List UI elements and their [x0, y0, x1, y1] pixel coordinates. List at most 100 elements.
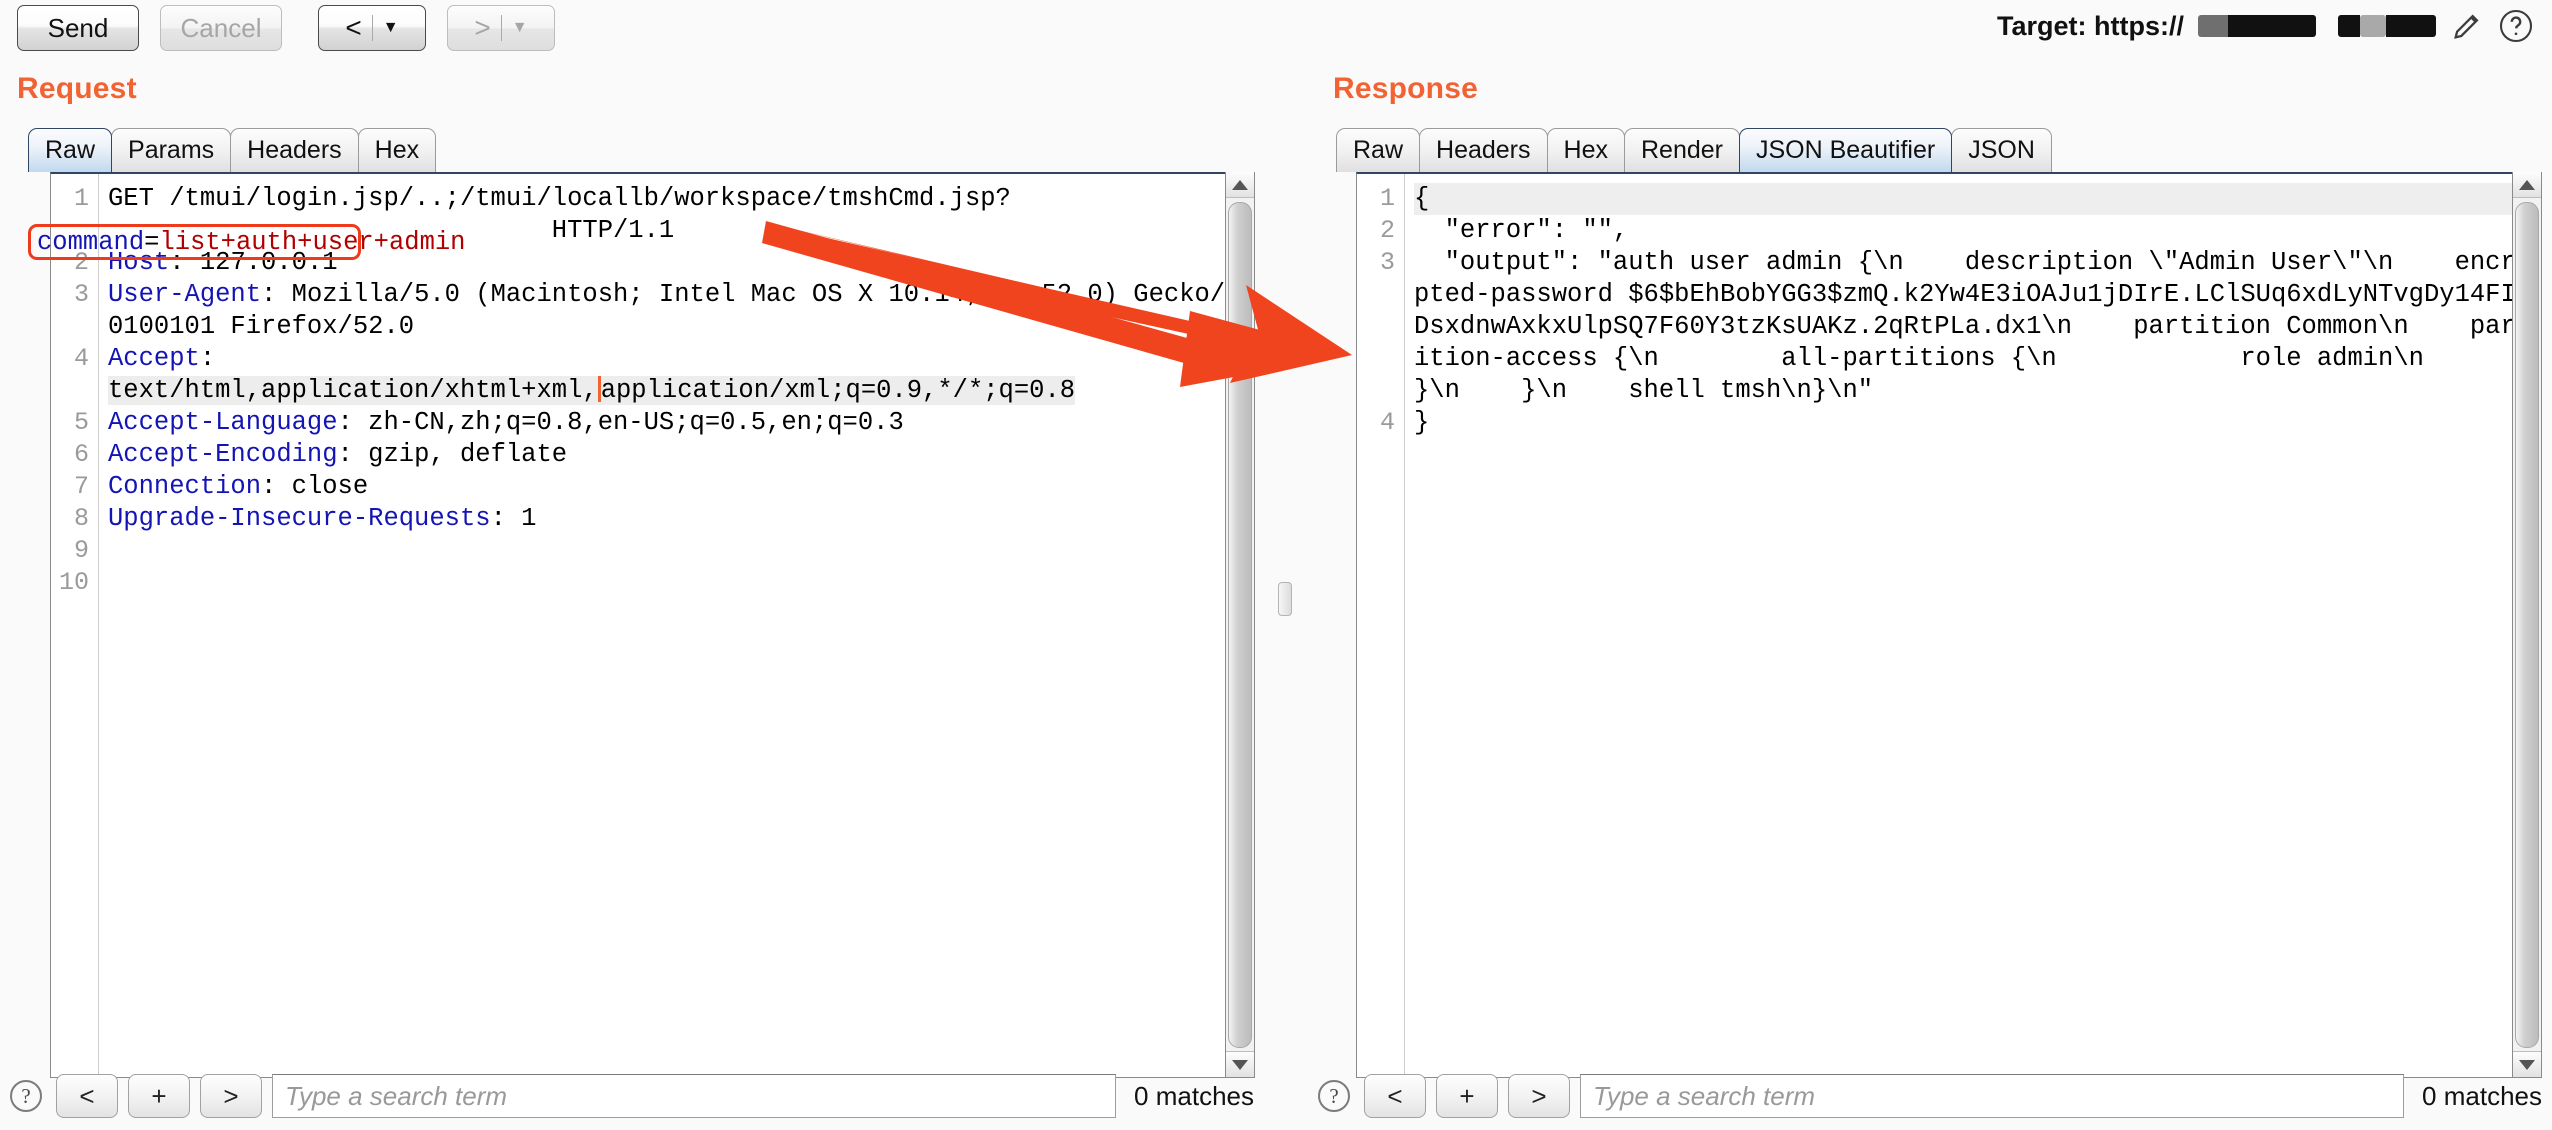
search-next-button[interactable]: > [1508, 1074, 1570, 1118]
search-add-button[interactable]: + [1436, 1074, 1498, 1118]
tab-label: Headers [247, 136, 342, 164]
next-request-button[interactable]: > ▼ [447, 5, 555, 51]
request-raw-text[interactable]: GET /tmui/login.jsp/..;/tmui/locallb/wor… [99, 174, 1254, 1077]
scrollbar-thumb[interactable] [2515, 202, 2539, 1048]
triangle-up-icon [1232, 179, 1248, 190]
param-key: command [37, 228, 145, 257]
tab-response-headers[interactable]: Headers [1419, 128, 1548, 172]
search-previous-button[interactable]: < [56, 1074, 118, 1118]
param-equals: = [144, 228, 160, 257]
header-value: text/html,application/xhtml+xml, applicat… [108, 376, 1076, 405]
response-line-number-gutter: 1 2 3 4 [1357, 174, 1405, 1077]
param-value: list+auth+user+admin [159, 228, 466, 257]
response-panel-title: Response [1333, 72, 1478, 105]
header-name: Connection [108, 472, 262, 501]
scroll-up-button[interactable] [1226, 172, 1254, 198]
header-colon: : [199, 344, 216, 373]
tab-request-params[interactable]: Params [111, 128, 232, 172]
chevron-down-icon[interactable]: ▼ [502, 19, 538, 37]
chevron-right-icon: > [474, 12, 491, 43]
tab-label: JSON [1968, 136, 2035, 164]
search-add-label: + [151, 1080, 167, 1111]
line-number: 1 [73, 184, 89, 213]
tab-response-raw[interactable]: Raw [1336, 128, 1421, 172]
highlighted-command-param: command=list+auth+user+admin [37, 228, 466, 258]
search-add-button[interactable]: + [128, 1074, 190, 1118]
tab-response-json[interactable]: JSON [1951, 128, 2052, 172]
help-icon[interactable] [2498, 8, 2534, 44]
request-editor-pane[interactable]: 1 2 3 4 5 6 7 8 9 10 GET /tmui/login.jsp… [50, 172, 1255, 1078]
response-editor-pane[interactable]: 1 2 3 4 { "error": "", "output": "auth u… [1356, 172, 2542, 1078]
header-colon: : [261, 472, 277, 501]
header-colon: : [337, 408, 353, 437]
tab-label: Raw [45, 136, 96, 164]
search-previous-label: < [1387, 1080, 1403, 1111]
header-value: close [276, 472, 369, 501]
response-json-text[interactable]: { "error": "", "output": "auth user admi… [1405, 174, 2541, 1077]
search-previous-button[interactable]: < [1364, 1074, 1426, 1118]
header-value: 1 [505, 504, 537, 533]
tab-response-render[interactable]: Render [1623, 128, 1740, 172]
response-search-bar: ? < + > Type a search term 0 matches [1318, 1070, 2548, 1122]
search-next-label: > [1531, 1080, 1547, 1111]
send-button-label: Send [47, 12, 109, 43]
tab-request-headers[interactable]: Headers [230, 128, 359, 172]
tab-label: JSON Beautifier [1755, 136, 1936, 164]
previous-request-button[interactable]: < ▼ [318, 5, 426, 51]
request-tab-strip: Raw Params Headers Hex [28, 128, 437, 172]
search-input[interactable]: Type a search term [1580, 1074, 2405, 1118]
target-host-redacted [2198, 15, 2436, 37]
help-icon[interactable]: ? [10, 1080, 42, 1112]
tab-label: Hex [1563, 136, 1608, 164]
search-next-button[interactable]: > [200, 1074, 262, 1118]
line-number: 10 [58, 568, 89, 597]
tab-label: Hex [374, 136, 420, 164]
line-number: 3 [1379, 248, 1395, 277]
search-input[interactable]: Type a search term [272, 1074, 1117, 1118]
search-match-count: 0 matches [1134, 1080, 1254, 1111]
line-number: 9 [73, 536, 89, 565]
target-area: Target: https:// [1997, 8, 2534, 44]
tab-request-raw[interactable]: Raw [28, 128, 113, 172]
request-line: GET /tmui/login.jsp/..;/tmui/locallb/wor… [108, 184, 1011, 213]
response-line: "output": "auth user admin {\n descripti… [1414, 248, 2541, 405]
request-line-suffix: HTTP/1.1 [536, 216, 675, 245]
response-vertical-scrollbar[interactable] [2512, 172, 2542, 1078]
help-icon[interactable]: ? [1318, 1080, 1350, 1112]
request-panel-title: Request [17, 72, 137, 105]
target-label: Target: https:// [1997, 10, 2184, 41]
cancel-button-label: Cancel [180, 12, 262, 43]
pencil-icon[interactable] [2450, 9, 2484, 43]
scroll-up-button[interactable] [2513, 172, 2541, 198]
top-toolbar: Send Cancel < ▼ > ▼ Target: https:// [0, 0, 2552, 62]
search-placeholder: Type a search term [1593, 1080, 1816, 1111]
response-line: } [1414, 408, 1430, 437]
next-request-split: > ▼ [464, 12, 537, 44]
tab-response-json-beautifier[interactable]: JSON Beautifier [1738, 128, 1953, 172]
search-add-label: + [1459, 1080, 1475, 1111]
response-line: "error": "", [1414, 216, 1629, 245]
chevron-down-icon[interactable]: ▼ [373, 19, 409, 37]
cancel-button[interactable]: Cancel [160, 5, 282, 51]
redaction-bar-2 [2338, 15, 2436, 37]
response-line: { [1414, 183, 2541, 215]
redaction-bar-1 [2198, 15, 2316, 37]
header-name: Upgrade-Insecure-Requests [108, 504, 491, 533]
line-number: 5 [73, 408, 89, 437]
line-number: 6 [73, 440, 89, 469]
scrollbar-thumb[interactable] [1228, 202, 1252, 1048]
search-placeholder: Type a search term [285, 1080, 508, 1111]
tab-response-hex[interactable]: Hex [1546, 128, 1625, 172]
tab-request-hex[interactable]: Hex [357, 128, 437, 172]
send-button[interactable]: Send [17, 5, 139, 51]
search-next-label: > [223, 1080, 239, 1111]
request-vertical-scrollbar[interactable] [1225, 172, 1255, 1078]
request-search-bar: ? < + > Type a search term 0 matches [10, 1070, 1260, 1122]
header-name: User-Agent [108, 280, 262, 309]
search-match-count: 0 matches [2422, 1080, 2542, 1111]
triangle-up-icon [2519, 179, 2535, 190]
line-number: 4 [1379, 408, 1395, 437]
panel-splitter-handle[interactable] [1278, 582, 1292, 616]
triangle-down-icon [1232, 1059, 1248, 1070]
line-number: 1 [1379, 184, 1395, 213]
